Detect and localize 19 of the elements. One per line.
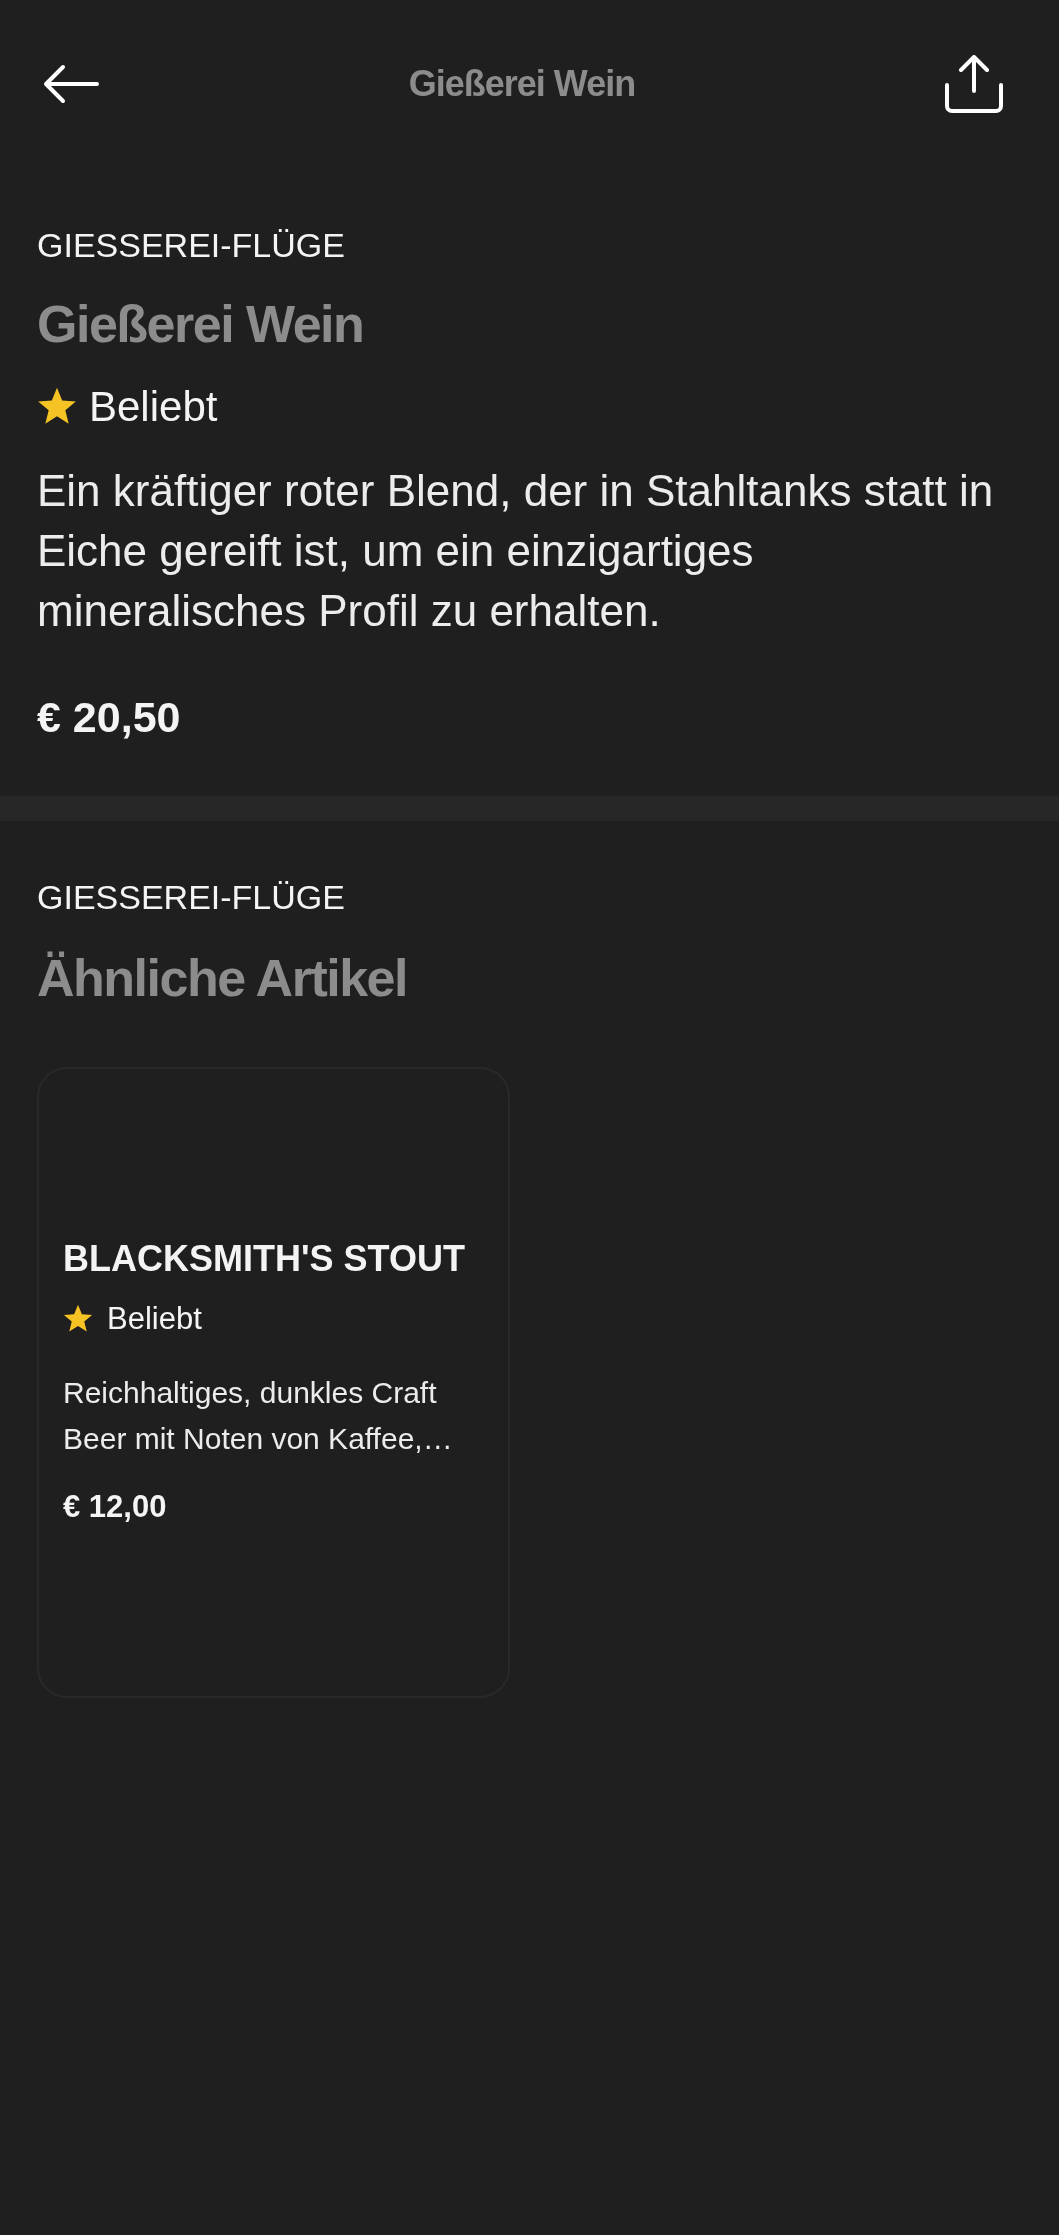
product-name: Gießerei Wein bbox=[37, 295, 365, 353]
card-price: € 12,00 bbox=[63, 1489, 168, 1525]
popular-label: Beliebt bbox=[89, 383, 218, 431]
card-title: BLACKSMITH'S STOUT bbox=[63, 1239, 466, 1279]
back-button[interactable] bbox=[43, 64, 99, 104]
card-description: Reichhaltiges, dunkles Craft Beer mit Noten von Kaffee,… bbox=[63, 1375, 454, 1457]
star-icon bbox=[37, 387, 77, 427]
category-label: GIESSEREI-FLÜGE bbox=[37, 877, 346, 917]
back-arrow-icon bbox=[43, 64, 99, 104]
product-description: Ein kräftiger roter Blend, der in Stahltanks statt in Eiche gereift ist, um ein einzigartiges mineralisches Profil zu erhalten. bbox=[37, 465, 995, 637]
product-price: € 20,50 bbox=[37, 693, 182, 741]
share-button[interactable] bbox=[945, 55, 1003, 113]
category-label: GIESSEREI-FLÜGE bbox=[37, 225, 346, 265]
star-icon bbox=[63, 1304, 93, 1334]
product-card[interactable]: BLACKSMITH'S STOUT Beliebt Reichhaltiges, dunkles Craft Beer mit Noten von Kaffee,… € 12,00 bbox=[37, 1067, 510, 1698]
page-title: Gießerei Wein bbox=[408, 62, 636, 106]
popular-label: Beliebt bbox=[107, 1301, 202, 1337]
share-icon bbox=[945, 55, 1003, 113]
section-title: Ähnliche Artikel bbox=[37, 949, 408, 1007]
